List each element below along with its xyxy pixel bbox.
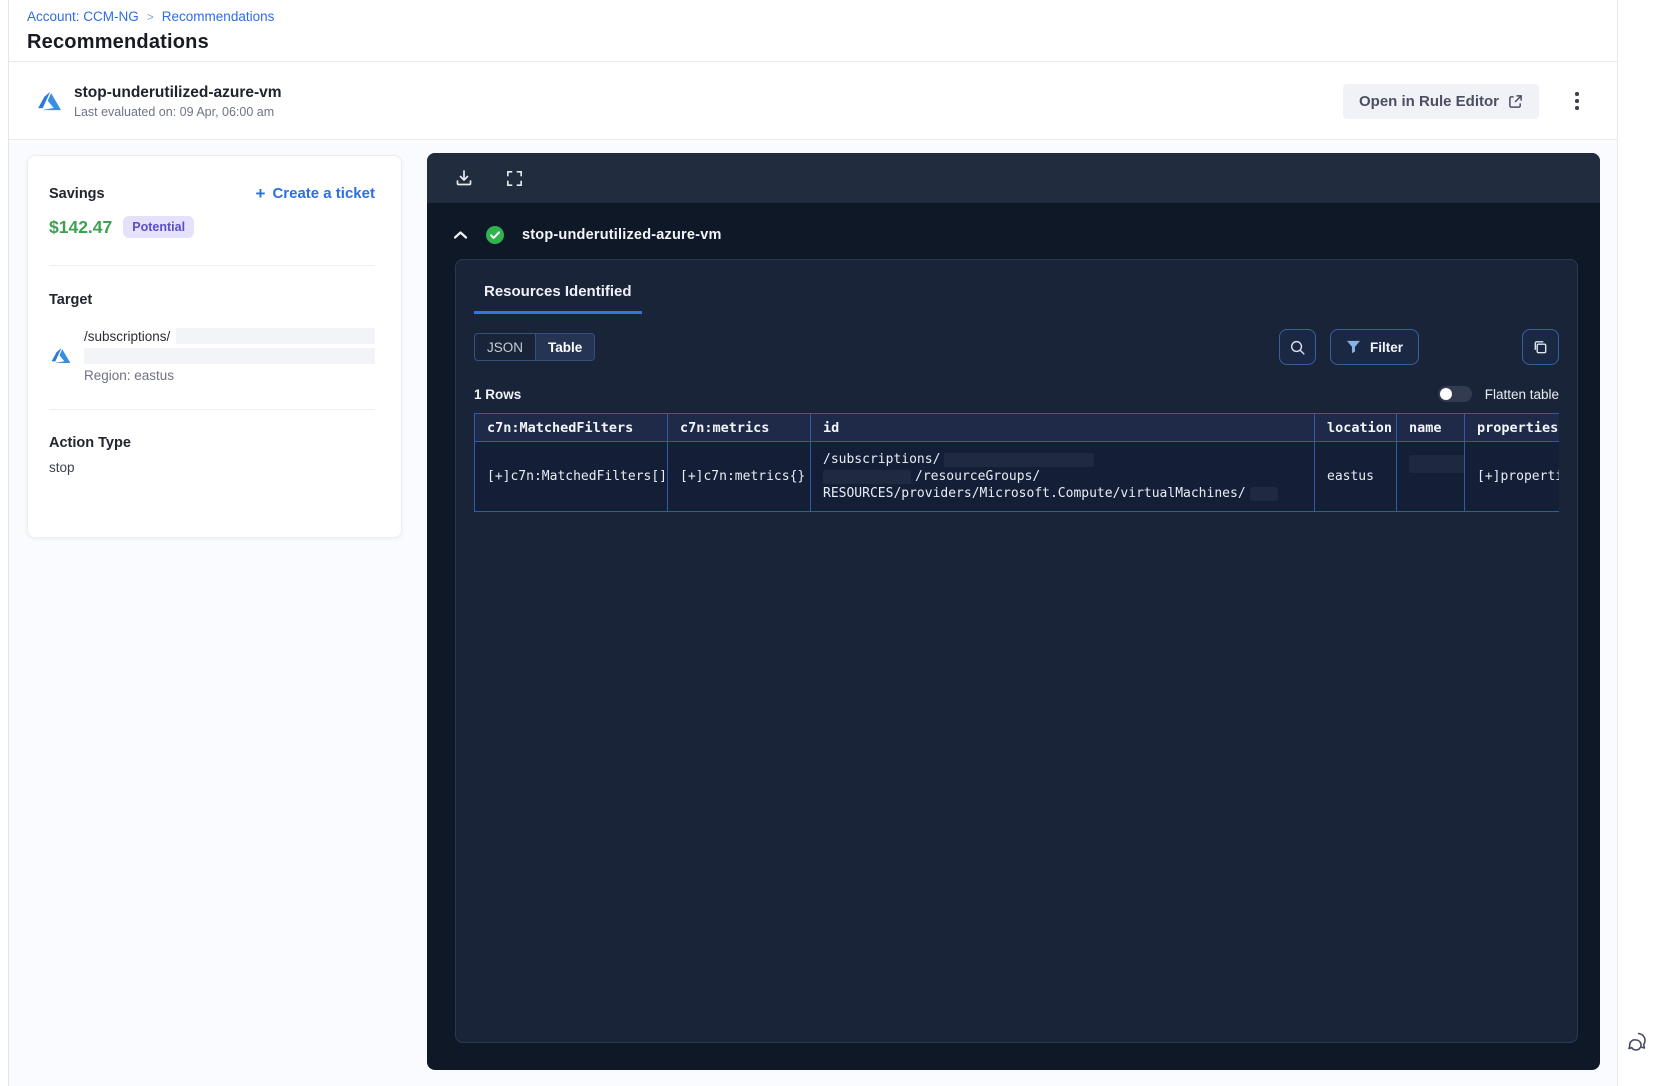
toggle-knob: [1439, 388, 1452, 400]
recommendation-summary-card: Savings + Create a ticket $142.47 Potent…: [27, 155, 402, 538]
column-header-matched-filters: c7n:MatchedFilters: [474, 413, 668, 442]
savings-amount: $142.47: [49, 216, 113, 237]
target-label: Target: [49, 292, 93, 308]
tab-bar: Resources Identified: [474, 260, 1559, 314]
chevron-up-icon: [453, 231, 468, 239]
cell-metrics[interactable]: [+]c7n:metrics{}: [667, 441, 811, 512]
flatten-table-toggle[interactable]: [1437, 386, 1472, 402]
action-type-value: stop: [49, 460, 75, 475]
view-json-button[interactable]: JSON: [475, 334, 537, 360]
page-title: Recommendations: [27, 31, 209, 53]
cell-name: [1396, 441, 1465, 512]
redacted-subscription-id: [176, 328, 375, 344]
copy-button[interactable]: [1522, 329, 1559, 365]
resources-panel: Resources Identified JSON Table Filter 1…: [455, 259, 1578, 1043]
rows-count: 1 Rows: [474, 386, 522, 402]
target-region: Region: eastus: [84, 368, 175, 383]
view-mode-segmented-control: JSON Table: [474, 333, 596, 361]
redacted-id-segment: [1249, 486, 1278, 501]
top-bar: Account: CCM-NG > Recommendations Recomm…: [9, 0, 1617, 62]
search-button[interactable]: [1278, 329, 1316, 365]
plus-icon: +: [255, 184, 266, 203]
filter-label: Filter: [1369, 339, 1403, 355]
search-icon: [1290, 340, 1305, 355]
execution-section-header: stop-underutilized-azure-vm: [427, 225, 1600, 245]
create-ticket-label: Create a ticket: [272, 185, 375, 202]
target-path: /subscriptions/: [84, 328, 171, 344]
target-row: /subscriptions/ Region: eastus: [49, 328, 375, 383]
savings-potential-badge: Potential: [123, 216, 195, 238]
create-ticket-button[interactable]: + Create a ticket: [256, 185, 376, 202]
help-chat-button[interactable]: [1624, 1027, 1656, 1059]
redacted-id-segment: [823, 469, 911, 484]
table-controls: JSON Table Filter: [474, 329, 1559, 365]
recommendations-page: Account: CCM-NG > Recommendations Recomm…: [0, 0, 1662, 1086]
azure-logo-icon: [38, 91, 62, 111]
breadcrumb: Account: CCM-NG > Recommendations: [27, 9, 1617, 24]
download-icon: [456, 170, 472, 186]
breadcrumb-separator: >: [146, 9, 154, 24]
rule-last-evaluated: Last evaluated on: 09 Apr, 06:00 am: [74, 104, 275, 119]
column-header-name: name: [1396, 413, 1465, 442]
right-rail-divider: [1617, 0, 1618, 1086]
view-table-button[interactable]: Table: [536, 334, 595, 360]
copy-icon: [1534, 340, 1547, 353]
rule-execution-panel: stop-underutilized-azure-vm Resources Id…: [427, 153, 1600, 1070]
download-button[interactable]: [454, 168, 474, 188]
panel-toolbar: [427, 153, 1600, 203]
column-header-metrics: c7n:metrics: [667, 413, 811, 442]
tab-resources-identified[interactable]: Resources Identified: [474, 275, 642, 314]
id-line-3: RESOURCES/providers/Microsoft.Compute/vi…: [823, 486, 1246, 501]
cell-properties[interactable]: [+]properties{}: [1464, 441, 1559, 512]
cell-location: eastus: [1314, 441, 1397, 512]
open-in-rule-editor-button[interactable]: Open in Rule Editor: [1342, 83, 1539, 119]
collapse-section-button[interactable]: [453, 230, 468, 240]
cell-matched-filters[interactable]: [+]c7n:MatchedFilters[]: [474, 441, 668, 512]
execution-rule-name: stop-underutilized-azure-vm: [522, 227, 722, 243]
table-row: [+]c7n:MatchedFilters[] [+]c7n:metrics{}…: [474, 441, 1559, 512]
cell-id: /subscriptions/ /resourceGroups/ RESOURC…: [810, 441, 1315, 512]
filter-icon: [1346, 340, 1361, 354]
external-link-icon: [1509, 94, 1522, 108]
breadcrumb-account-link[interactable]: Account: CCM-NG: [27, 9, 139, 24]
chat-icon: [1628, 1032, 1646, 1051]
resources-table-container[interactable]: c7n:MatchedFilters c7n:metrics id locati…: [474, 413, 1559, 512]
flatten-table-control: Flatten table: [1437, 386, 1559, 402]
redacted-target-line: [84, 348, 375, 364]
page-body: Savings + Create a ticket $142.47 Potent…: [9, 141, 1617, 1086]
rule-header: stop-underutilized-azure-vm Last evaluat…: [9, 63, 1617, 140]
fullscreen-button[interactable]: [505, 169, 524, 188]
id-line-1: /subscriptions/: [823, 452, 941, 467]
success-check-icon: [486, 226, 504, 244]
card-divider: [49, 265, 375, 266]
savings-label: Savings: [49, 185, 105, 202]
flatten-table-label: Flatten table: [1484, 386, 1559, 402]
breadcrumb-recommendations-link[interactable]: Recommendations: [162, 9, 275, 24]
fullscreen-icon: [507, 170, 522, 186]
id-line-2: /resourceGroups/: [915, 469, 1041, 484]
column-header-location: location: [1314, 413, 1397, 442]
table-header-row: c7n:MatchedFilters c7n:metrics id locati…: [474, 413, 1559, 442]
resources-table: c7n:MatchedFilters c7n:metrics id locati…: [474, 413, 1559, 512]
column-header-id: id: [810, 413, 1315, 442]
table-meta-row: 1 Rows Flatten table: [474, 386, 1559, 402]
filter-button[interactable]: Filter: [1329, 329, 1419, 365]
redacted-id-segment: [944, 452, 1095, 467]
action-type-label: Action Type: [49, 435, 131, 451]
rule-header-text: stop-underutilized-azure-vm Last evaluat…: [74, 84, 282, 119]
open-in-rule-editor-label: Open in Rule Editor: [1358, 92, 1499, 110]
rule-name: stop-underutilized-azure-vm: [74, 83, 282, 101]
card-divider: [49, 409, 375, 410]
redacted-name: [1409, 454, 1464, 473]
azure-target-icon: [51, 348, 71, 363]
rule-options-menu-button[interactable]: [1563, 87, 1591, 115]
column-header-properties: properties: [1464, 413, 1559, 442]
